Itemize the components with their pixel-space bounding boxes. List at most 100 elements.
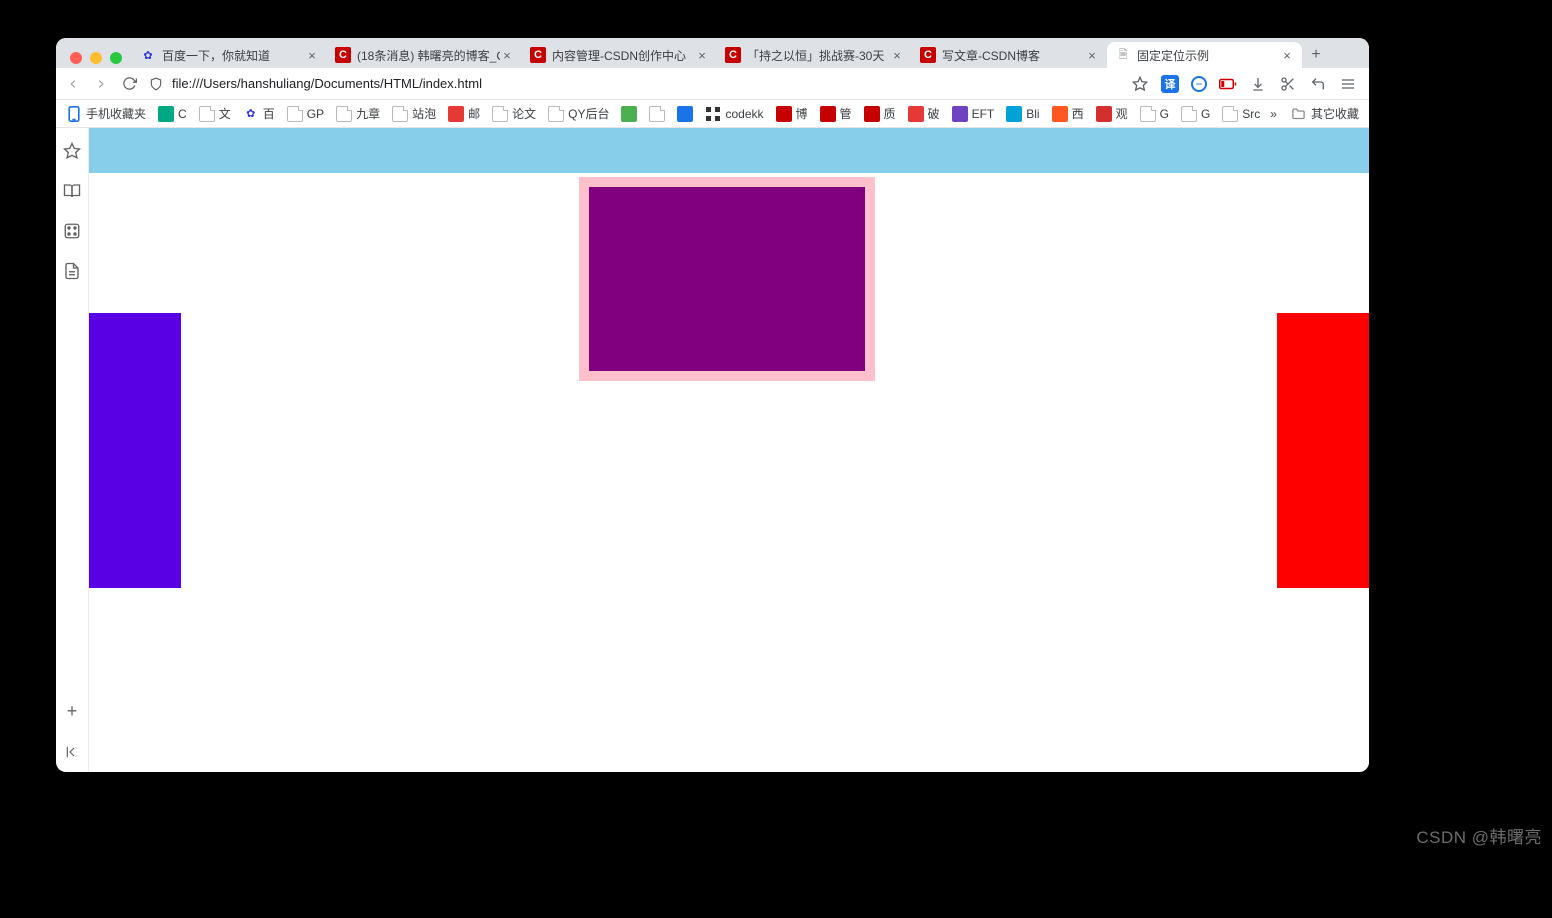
notes-rail-icon[interactable] (63, 262, 81, 280)
star-icon[interactable] (1131, 75, 1149, 93)
bookmark-item[interactable] (645, 104, 669, 124)
bookmark-item[interactable]: 手机收藏夹 (62, 103, 150, 124)
tab[interactable]: C 「持之以恒」挑战赛-30天× (717, 42, 912, 68)
close-window-icon[interactable] (70, 52, 82, 64)
add-rail-icon[interactable]: + (67, 701, 78, 722)
url-field[interactable]: file:///Users/hanshuliang/Documents/HTML… (148, 72, 1121, 96)
bookmark-label: 文 (219, 105, 231, 122)
bookmark-icon (864, 106, 880, 122)
bookmark-item[interactable]: 质 (860, 103, 900, 124)
bookmark-item[interactable]: 站泡 (388, 103, 440, 124)
content-row: + (56, 128, 1369, 772)
bookmark-item[interactable]: 文 (195, 103, 235, 124)
bookmark-label: EFT (972, 107, 995, 121)
tab[interactable]: C写文章-CSDN博客× (912, 42, 1107, 68)
bookmark-item[interactable]: 论文 (488, 103, 540, 124)
bookmark-icon (66, 106, 82, 122)
address-bar: file:///Users/hanshuliang/Documents/HTML… (56, 68, 1369, 100)
close-tab-icon[interactable]: × (305, 48, 319, 63)
bookmark-item[interactable]: G (1136, 104, 1173, 124)
bookmark-icon (677, 106, 693, 122)
tab-title: 「持之以恒」挑战赛-30天 (747, 47, 890, 64)
undo-icon[interactable] (1309, 75, 1327, 93)
close-tab-icon[interactable]: × (1280, 48, 1294, 63)
demo-pink-box (579, 177, 875, 381)
other-bookmarks[interactable]: 其它收藏 (1287, 103, 1363, 124)
bookmark-item[interactable]: Src (1218, 104, 1264, 124)
bookmark-label: 九章 (356, 105, 380, 122)
bookmark-item[interactable]: 邮 (444, 103, 484, 124)
translate-icon[interactable]: 译 (1161, 75, 1179, 93)
bookmark-item[interactable]: C (154, 104, 191, 124)
games-rail-icon[interactable] (63, 222, 81, 240)
bookmark-label: 破 (928, 105, 940, 122)
bookmark-item[interactable]: 九章 (332, 103, 384, 124)
tab[interactable]: 🗎 固定定位示例× (1107, 42, 1302, 68)
bookmark-item[interactable]: codekk (701, 104, 767, 124)
new-tab-button[interactable]: + (1302, 42, 1330, 68)
bookmark-icon (392, 106, 408, 122)
favorites-rail-icon[interactable] (63, 142, 81, 160)
scissors-icon[interactable] (1279, 75, 1297, 93)
watermark: CSDN @韩曙亮 (1416, 823, 1542, 848)
zoom-out-icon[interactable]: − (1191, 76, 1207, 92)
bookmark-icon (199, 106, 215, 122)
tab[interactable]: ✿百度一下，你就知道× (132, 42, 327, 68)
bookmark-label: G (1160, 107, 1169, 121)
menu-icon[interactable] (1339, 75, 1357, 93)
tab-favicon: C (335, 47, 351, 63)
bookmark-item[interactable]: 观 (1092, 103, 1132, 124)
bookmark-icon (336, 106, 352, 122)
bookmark-label: QY后台 (568, 105, 609, 122)
tab-favicon: 🗎 (1115, 47, 1131, 63)
tab-title: 内容管理-CSDN创作中心 (552, 47, 695, 64)
tab-favicon: C (725, 47, 741, 63)
bookmark-item[interactable]: EFT (948, 104, 999, 124)
bookmark-label: 博 (796, 105, 808, 122)
close-tab-icon[interactable]: × (500, 48, 514, 63)
close-tab-icon[interactable]: × (695, 48, 709, 63)
minimize-window-icon[interactable] (90, 52, 102, 64)
bookmark-item[interactable]: Bli (1002, 104, 1043, 124)
bookmark-label: Bli (1026, 107, 1039, 121)
demo-top-bar (89, 128, 1369, 173)
page-viewport (89, 128, 1369, 772)
bookmark-label: C (178, 107, 187, 121)
bookmark-label: GP (307, 107, 324, 121)
bookmark-item[interactable]: 破 (904, 103, 944, 124)
demo-left-box (89, 313, 181, 588)
bookmark-item[interactable]: 管 (816, 103, 856, 124)
reload-button[interactable] (120, 75, 138, 93)
bookmark-item[interactable]: 西 (1048, 103, 1088, 124)
bookmark-icon (952, 106, 968, 122)
bookmarks-overflow[interactable]: » (1270, 107, 1277, 121)
site-info-icon[interactable] (148, 76, 164, 92)
collapse-rail-icon[interactable] (64, 744, 80, 760)
bookmark-item[interactable]: 博 (772, 103, 812, 124)
tab[interactable]: C内容管理-CSDN创作中心× (522, 42, 717, 68)
bookmark-icon (820, 106, 836, 122)
tab[interactable]: C(18条消息) 韩曙亮的博客_C× (327, 42, 522, 68)
reading-rail-icon[interactable] (63, 182, 81, 200)
forward-button[interactable] (92, 75, 110, 93)
close-tab-icon[interactable]: × (890, 48, 904, 63)
bookmark-label: Src (1242, 107, 1260, 121)
back-button[interactable] (64, 75, 82, 93)
bookmark-item[interactable] (673, 104, 697, 124)
window-controls (62, 52, 132, 68)
bookmark-item[interactable]: ✿百 (239, 103, 279, 124)
bookmark-icon (287, 106, 303, 122)
close-tab-icon[interactable]: × (1085, 48, 1099, 63)
bookmark-icon (158, 106, 174, 122)
bookmark-label: 西 (1072, 105, 1084, 122)
tab-title: 固定定位示例 (1137, 47, 1280, 64)
bookmark-label: 管 (840, 105, 852, 122)
bookmark-item[interactable]: G (1177, 104, 1214, 124)
bookmark-item[interactable]: QY后台 (544, 103, 613, 124)
download-icon[interactable] (1249, 75, 1267, 93)
bookmark-item[interactable]: GP (283, 104, 328, 124)
bookmark-label: 站泡 (412, 105, 436, 122)
bookmark-item[interactable] (617, 104, 641, 124)
tab-title: 写文章-CSDN博客 (942, 47, 1085, 64)
maximize-window-icon[interactable] (110, 52, 122, 64)
